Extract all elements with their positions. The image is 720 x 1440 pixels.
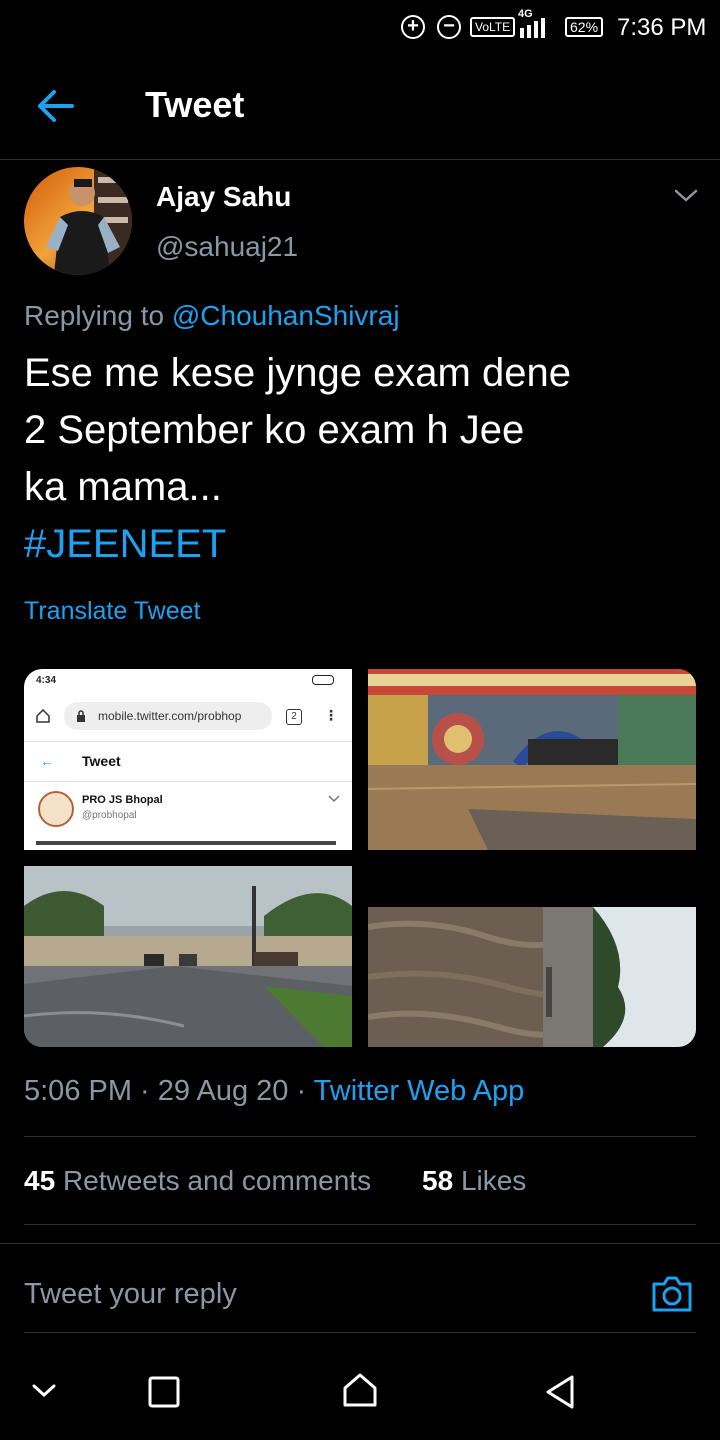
data-saver-icon: + xyxy=(401,15,425,39)
app-header: Tweet xyxy=(0,60,720,160)
tweet-source-link[interactable]: Twitter Web App xyxy=(314,1075,525,1107)
tweet-timestamp: 5:06 PM · 29 Aug 20 · xyxy=(24,1075,307,1107)
embedded-back-icon: ← xyxy=(40,753,54,769)
system-nav-bar xyxy=(0,1350,720,1440)
back-nav-icon[interactable] xyxy=(544,1374,576,1410)
embedded-url: mobile.twitter.com/probhop xyxy=(98,709,242,723)
chevron-down-icon[interactable] xyxy=(674,188,698,204)
embedded-battery-icon xyxy=(312,675,334,685)
clock: 7:36 PM xyxy=(617,14,707,41)
battery-icon: 62% xyxy=(565,17,604,37)
flood-road-photo xyxy=(24,866,352,1047)
embedded-text-cut xyxy=(36,841,336,845)
translate-tweet-link[interactable]: Translate Tweet xyxy=(24,597,200,626)
home-icon xyxy=(36,709,50,723)
tweet-text-line: ka mama... xyxy=(24,465,222,509)
signal-icon xyxy=(520,18,545,38)
embedded-divider xyxy=(24,741,352,742)
embedded-time: 4:34 xyxy=(36,675,57,686)
tweet-meta: 5:06 PM · 29 Aug 20 · Twitter Web App xyxy=(24,1075,524,1108)
likes-label: Likes xyxy=(460,1165,527,1196)
divider xyxy=(24,1136,696,1137)
author-handle[interactable]: @sahuaj21 xyxy=(156,231,298,263)
flood-water-photo xyxy=(368,907,696,1047)
dnd-icon: − xyxy=(437,15,461,39)
embedded-chevron-icon xyxy=(328,795,340,803)
embedded-handle: @probhopal xyxy=(82,810,137,821)
camera-icon[interactable] xyxy=(650,1274,694,1314)
more-icon: ⋮ xyxy=(324,707,338,723)
tweet-image-1[interactable]: 4:34 mobile.twitter.com/probhop 2 ⋮ ← Tw… xyxy=(24,669,352,850)
lock-icon xyxy=(77,710,85,722)
back-arrow-icon[interactable] xyxy=(36,88,76,124)
divider xyxy=(24,1332,696,1333)
retweets-stat[interactable]: 45 Retweets and comments xyxy=(24,1165,371,1197)
status-bar: + − VoLTE 4G 62% 7:36 PM xyxy=(0,0,720,56)
page-title: Tweet xyxy=(145,84,245,125)
reply-input[interactable]: Tweet your reply xyxy=(24,1278,237,1311)
avatar-image xyxy=(46,167,132,275)
embedded-url-bar: mobile.twitter.com/probhop xyxy=(64,702,272,730)
embedded-divider xyxy=(24,781,352,782)
tweet-image-2[interactable] xyxy=(368,669,696,850)
avatar[interactable] xyxy=(24,167,132,275)
retweets-count: 45 xyxy=(24,1165,56,1196)
replying-prefix: Replying to xyxy=(24,300,165,331)
replying-line: Replying to @ChouhanShivraj xyxy=(24,300,400,332)
home-nav-icon[interactable] xyxy=(342,1372,378,1408)
hashtag-link[interactable]: #JEENEET xyxy=(24,516,704,573)
recent-apps-icon[interactable] xyxy=(148,1376,180,1408)
replying-to-link[interactable]: @ChouhanShivraj xyxy=(172,300,400,331)
tweet-text: Ese me kese jynge exam dene 2 September … xyxy=(24,345,704,573)
tweet-image-4[interactable] xyxy=(368,907,696,1047)
likes-stat[interactable]: 58 Likes xyxy=(422,1165,526,1197)
divider xyxy=(24,1224,696,1225)
tweet-text-line: Ese me kese jynge exam dene xyxy=(24,351,571,395)
embedded-avatar xyxy=(38,791,74,827)
volte-badge: VoLTE xyxy=(470,17,516,37)
embedded-name: PRO JS Bhopal xyxy=(82,794,163,806)
divider xyxy=(0,1243,720,1244)
author-name[interactable]: Ajay Sahu xyxy=(156,181,291,213)
likes-count: 58 xyxy=(422,1165,454,1196)
embedded-title: Tweet xyxy=(82,753,121,769)
embedded-tabs: 2 xyxy=(286,709,302,725)
tweet-image-3[interactable] xyxy=(24,866,352,1047)
retweets-label: Retweets and comments xyxy=(62,1165,372,1196)
nav-collapse-icon[interactable] xyxy=(32,1384,56,1398)
tweet-text-line: 2 September ko exam h Jee xyxy=(24,408,525,452)
flood-building-photo xyxy=(368,669,696,850)
